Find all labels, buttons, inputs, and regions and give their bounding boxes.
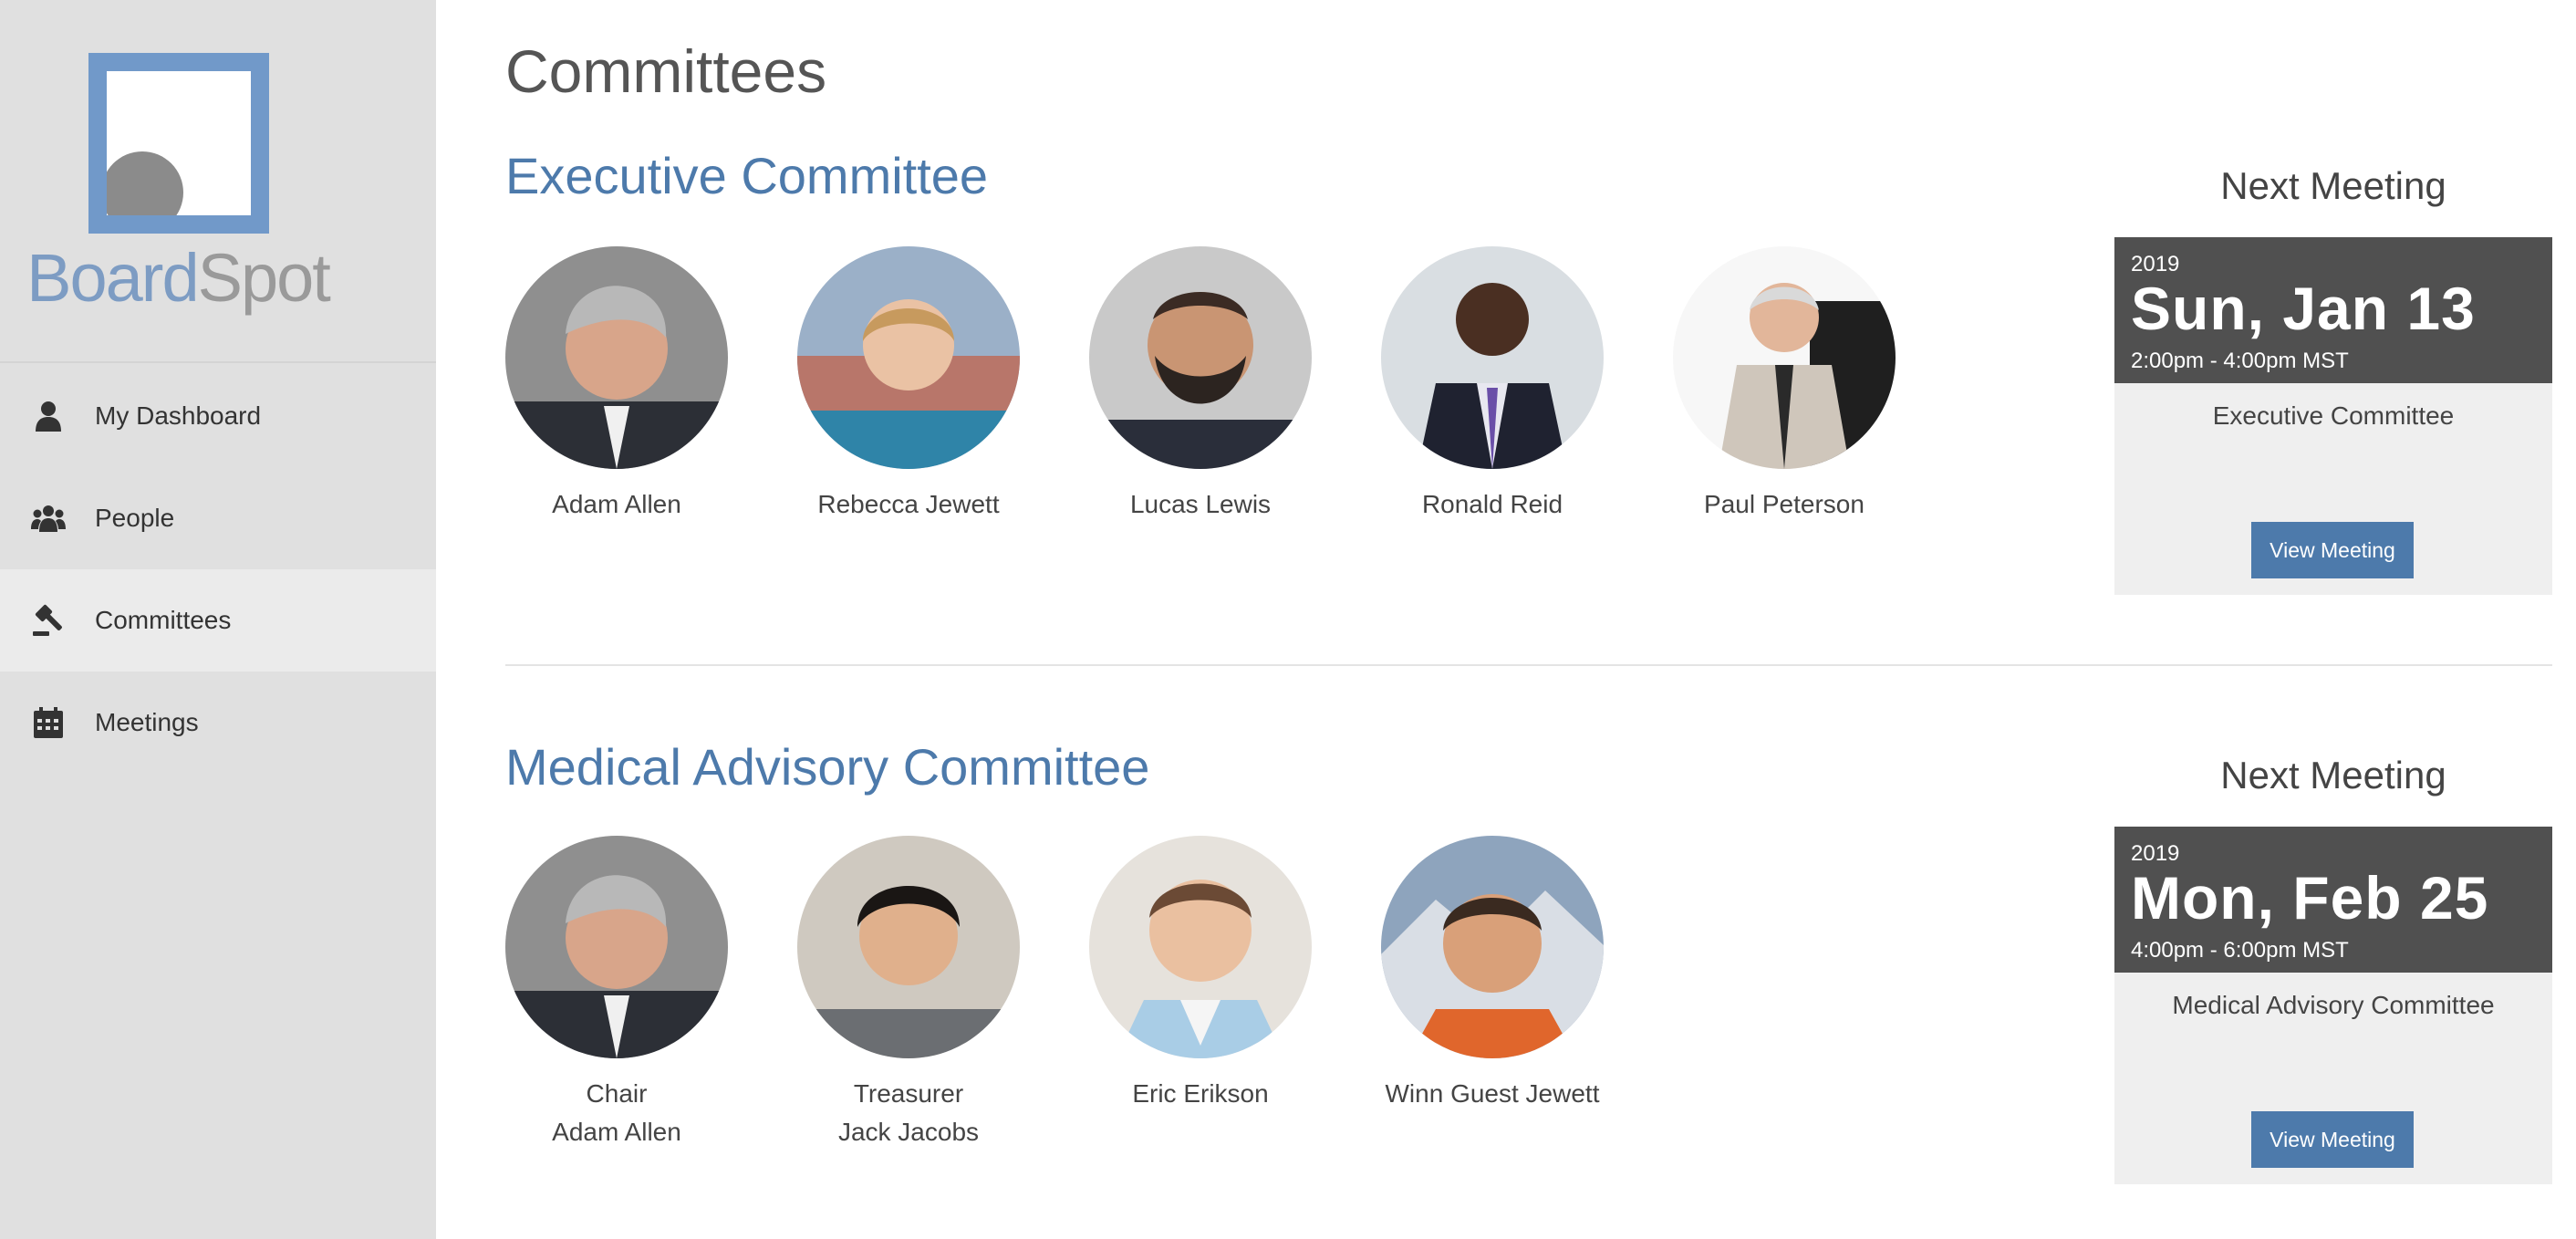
member-card[interactable]: Treasurer Jack Jacobs <box>772 836 1045 1151</box>
member-role: Treasurer <box>853 1079 964 1108</box>
member-card[interactable]: Chair Adam Allen <box>480 836 753 1151</box>
meeting-date: Sun, Jan 13 <box>2131 275 2476 342</box>
meeting-date-block: 2019 Mon, Feb 25 4:00pm - 6:00pm MST <box>2114 827 2552 973</box>
member-name: Ronald Reid <box>1421 490 1563 518</box>
member-name: Rebecca Jewett <box>817 490 1000 518</box>
member-avatar[interactable] <box>1381 246 1604 469</box>
meeting-date: Mon, Feb 25 <box>2131 864 2489 932</box>
sidebar-item-label: Committees <box>95 606 232 634</box>
member-card[interactable]: Adam Allen <box>480 246 753 524</box>
sidebar-item-label: People <box>95 504 175 532</box>
user-icon <box>36 401 61 432</box>
committee-name-executive[interactable]: Executive Committee <box>505 146 988 205</box>
member-card[interactable]: Eric Erikson <box>1064 836 1337 1113</box>
member-avatar[interactable] <box>1089 246 1312 469</box>
member-avatar[interactable] <box>797 836 1020 1058</box>
member-name: Eric Erikson <box>1132 1079 1269 1108</box>
next-meeting-card: 2019 Sun, Jan 13 2:00pm - 4:00pm MST Exe… <box>2114 237 2552 595</box>
member-card[interactable]: Rebecca Jewett <box>772 246 1045 524</box>
view-meeting-button[interactable]: View Meeting <box>2251 522 2414 578</box>
member-card[interactable]: Paul Peterson <box>1647 246 1921 524</box>
sidebar-item-people[interactable]: People <box>0 467 436 569</box>
logo-mark-icon <box>88 53 269 234</box>
page-title: Committees <box>505 37 827 105</box>
member-card[interactable]: Lucas Lewis <box>1064 246 1337 524</box>
meeting-time: 2:00pm - 4:00pm MST <box>2131 349 2349 373</box>
next-meeting-card: 2019 Mon, Feb 25 4:00pm - 6:00pm MST Med… <box>2114 827 2552 1184</box>
member-avatar[interactable] <box>1673 246 1896 469</box>
next-meeting-heading: Next Meeting <box>2220 754 2446 796</box>
member-role: Chair <box>586 1079 648 1108</box>
sidebar-divider <box>0 361 436 363</box>
member-card[interactable]: Ronald Reid <box>1356 246 1629 524</box>
meeting-committee-name: Executive Committee <box>2212 401 2455 430</box>
people-icon <box>31 505 66 532</box>
meeting-date-block: 2019 Sun, Jan 13 2:00pm - 4:00pm MST <box>2114 237 2552 383</box>
sidebar-item-label: Meetings <box>95 708 199 736</box>
meeting-time: 4:00pm - 6:00pm MST <box>2131 938 2349 963</box>
member-name: Adam Allen <box>552 1118 681 1146</box>
sidebar-item-my-dashboard[interactable]: My Dashboard <box>0 365 436 467</box>
member-name: Lucas Lewis <box>1129 490 1272 518</box>
member-avatar[interactable] <box>505 836 728 1058</box>
sidebar: BoardSpot My Dashboard People Committees <box>0 0 436 1239</box>
logo-text: BoardSpot <box>26 240 331 316</box>
member-name: Winn Guest Jewett <box>1385 1079 1600 1108</box>
sidebar-item-label: My Dashboard <box>95 401 262 430</box>
member-name: Paul Peterson <box>1704 490 1864 518</box>
meeting-committee-name: Medical Advisory Committee <box>2172 991 2495 1019</box>
sidebar-item-meetings[interactable]: Meetings <box>0 672 436 774</box>
calendar-icon <box>34 707 63 738</box>
member-name: Adam Allen <box>552 490 681 518</box>
member-avatar[interactable] <box>797 246 1020 469</box>
view-meeting-button[interactable]: View Meeting <box>2251 1111 2414 1168</box>
member-avatar[interactable] <box>505 246 728 469</box>
member-avatar[interactable] <box>1089 836 1312 1058</box>
gavel-icon <box>33 604 62 636</box>
next-meeting-heading: Next Meeting <box>2220 164 2446 207</box>
member-avatar[interactable] <box>1381 836 1604 1058</box>
section-divider <box>505 664 2552 666</box>
boardspot-logo[interactable]: BoardSpot <box>0 0 436 361</box>
sidebar-item-committees[interactable]: Committees <box>0 569 436 672</box>
committee-name-medical-advisory[interactable]: Medical Advisory Committee <box>505 737 1149 796</box>
member-card[interactable]: Winn Guest Jewett <box>1356 836 1629 1113</box>
member-name: Jack Jacobs <box>837 1118 980 1146</box>
